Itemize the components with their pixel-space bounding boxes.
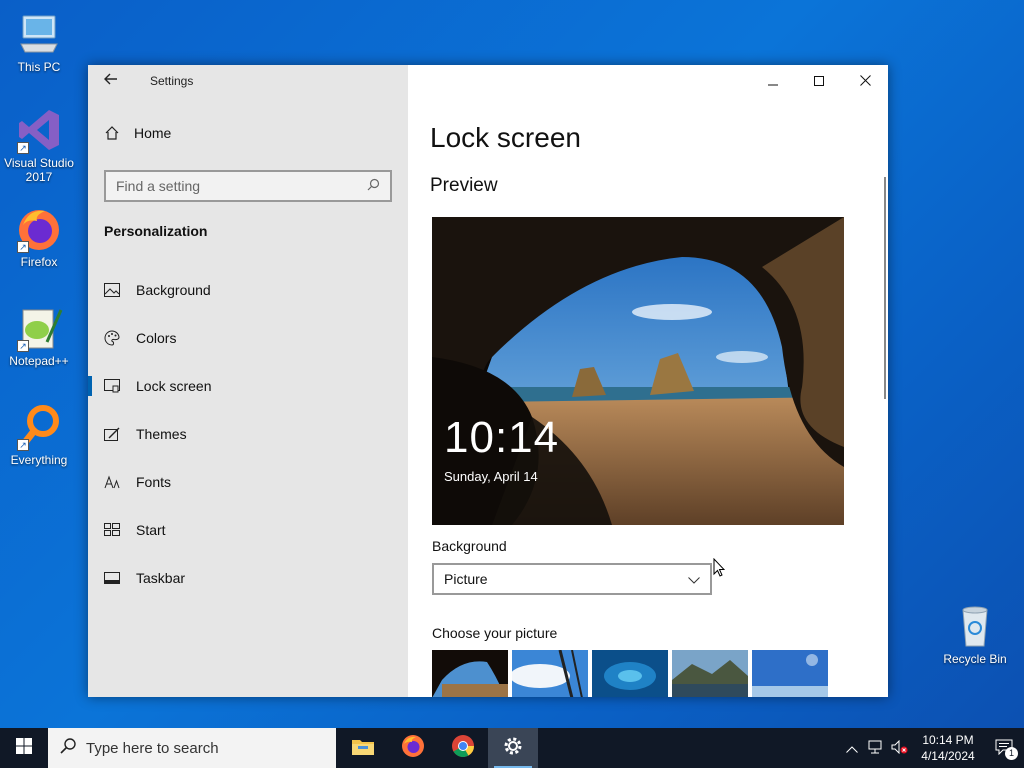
picture-thumbnail-2[interactable] [512, 650, 588, 697]
sidebar-item-background[interactable]: Background [88, 266, 408, 314]
folder-icon [351, 736, 375, 761]
firefox-icon [401, 734, 425, 763]
themes-icon [104, 426, 120, 442]
firefox-icon: ↗ [15, 205, 63, 253]
back-arrow-icon [104, 72, 118, 90]
desktop-icon-this-pc[interactable]: This PC [1, 10, 77, 74]
sidebar-item-label: Start [136, 522, 166, 538]
desktop-icon-label: This PC [17, 60, 61, 74]
personalization-nav: Background Colors Lock screen Themes Fon… [88, 266, 408, 602]
computer-icon [15, 10, 63, 58]
windows-logo-icon [16, 737, 32, 759]
everything-search-icon: ↗ [15, 403, 63, 451]
desktop-icon-label: Firefox [20, 255, 58, 269]
sidebar-item-taskbar[interactable]: Taskbar [88, 554, 408, 602]
lock-screen-icon [104, 378, 120, 394]
volume-button[interactable] [888, 728, 912, 768]
desktop-icon-recycle-bin[interactable]: Recycle Bin [937, 602, 1013, 666]
mouse-cursor-icon [713, 557, 726, 583]
preview-date: Sunday, April 14 [444, 469, 538, 484]
picture-thumbnail-1[interactable] [432, 650, 508, 697]
taskbar: Type here to search 10:14 PM 4/14/2024 1 [0, 728, 1024, 768]
search-input[interactable] [116, 178, 367, 194]
taskbar-search-placeholder: Type here to search [86, 739, 219, 757]
system-tray: 10:14 PM 4/14/2024 1 [840, 728, 1024, 768]
picture-thumbnail-5[interactable] [752, 650, 828, 697]
desktop-icon-everything[interactable]: ↗ Everything [1, 403, 77, 467]
sidebar-item-start[interactable]: Start [88, 506, 408, 554]
taskbar-app-settings[interactable] [488, 728, 538, 768]
home-link[interactable]: Home [104, 125, 171, 141]
network-button[interactable] [864, 728, 888, 768]
main-content: Lock screen Preview 10:14 Sunday, April … [408, 65, 888, 697]
fonts-icon [104, 474, 120, 490]
visual-studio-icon: ↗ [15, 106, 63, 154]
section-heading: Personalization [104, 223, 208, 239]
chevron-up-icon [846, 741, 858, 756]
picture-thumbnail-3[interactable] [592, 650, 668, 697]
taskbar-icon [104, 570, 120, 586]
sidebar-item-label: Taskbar [136, 570, 186, 586]
start-icon [104, 522, 120, 538]
recycle-bin-icon [951, 602, 999, 650]
find-setting-search[interactable] [104, 170, 392, 202]
sidebar-item-fonts[interactable]: Fonts [88, 458, 408, 506]
taskbar-app-chrome[interactable] [438, 728, 488, 768]
action-center-button[interactable]: 1 [984, 728, 1024, 768]
background-dropdown[interactable]: Picture [432, 563, 712, 595]
chrome-icon [451, 734, 475, 763]
home-icon [104, 125, 120, 141]
taskbar-app-firefox[interactable] [388, 728, 438, 768]
background-label: Background [432, 538, 507, 554]
desktop-icon-notepadpp[interactable]: ↗ Notepad++ [1, 304, 77, 368]
sidebar-item-lock-screen[interactable]: Lock screen [88, 362, 408, 410]
taskbar-clock[interactable]: 10:14 PM 4/14/2024 [912, 732, 984, 764]
network-icon [868, 740, 884, 757]
search-icon [367, 178, 380, 194]
chevron-down-icon [688, 571, 700, 587]
desktop-icon-label: Notepad++ [9, 354, 69, 368]
sidebar-item-label: Fonts [136, 474, 172, 490]
settings-window: Settings Home Personalization Background [88, 65, 888, 697]
page-title: Lock screen [430, 122, 581, 153]
desktop-icon-label: Recycle Bin [943, 652, 1007, 666]
preview-time: 10:14 [444, 413, 560, 462]
show-hidden-icons-button[interactable] [840, 728, 864, 768]
sidebar-item-colors[interactable]: Colors [88, 314, 408, 362]
taskbar-date: 4/14/2024 [921, 749, 975, 763]
search-icon [60, 738, 76, 758]
lock-screen-preview: 10:14 Sunday, April 14 [432, 217, 844, 525]
sidebar-item-label: Themes [136, 426, 187, 442]
back-button[interactable] [88, 65, 134, 97]
window-title: Settings [150, 74, 194, 88]
desktop-icon-label: Everything [10, 453, 68, 467]
settings-sidebar: Settings Home Personalization Background [88, 65, 408, 697]
background-dropdown-value: Picture [444, 571, 488, 587]
volume-muted-icon [891, 739, 909, 757]
desktop-icon-firefox[interactable]: ↗ Firefox [1, 205, 77, 269]
picture-icon [104, 282, 120, 298]
title-bar: Settings [88, 65, 408, 97]
taskbar-search-box[interactable]: Type here to search [48, 728, 336, 768]
home-label: Home [134, 125, 172, 141]
notification-count-badge: 1 [1005, 747, 1018, 760]
taskbar-app-file-explorer[interactable] [338, 728, 388, 768]
desktop-icon-visual-studio[interactable]: ↗ Visual Studio 2017 [1, 106, 77, 184]
picture-thumbnail-4[interactable] [672, 650, 748, 697]
start-button[interactable] [0, 728, 48, 768]
sidebar-item-label: Colors [136, 330, 177, 346]
choose-picture-label: Choose your picture [432, 625, 558, 641]
sidebar-item-themes[interactable]: Themes [88, 410, 408, 458]
notepadpp-icon: ↗ [15, 304, 63, 352]
desktop-icon-label: Visual Studio 2017 [4, 156, 74, 184]
taskbar-time: 10:14 PM [922, 733, 974, 747]
content-scrollbar[interactable] [884, 177, 886, 399]
picture-thumbnails [432, 650, 828, 697]
gear-icon [502, 735, 524, 762]
sidebar-item-label: Lock screen [136, 378, 212, 394]
sidebar-item-label: Background [136, 282, 211, 298]
preview-heading: Preview [430, 175, 498, 196]
palette-icon [104, 330, 120, 346]
